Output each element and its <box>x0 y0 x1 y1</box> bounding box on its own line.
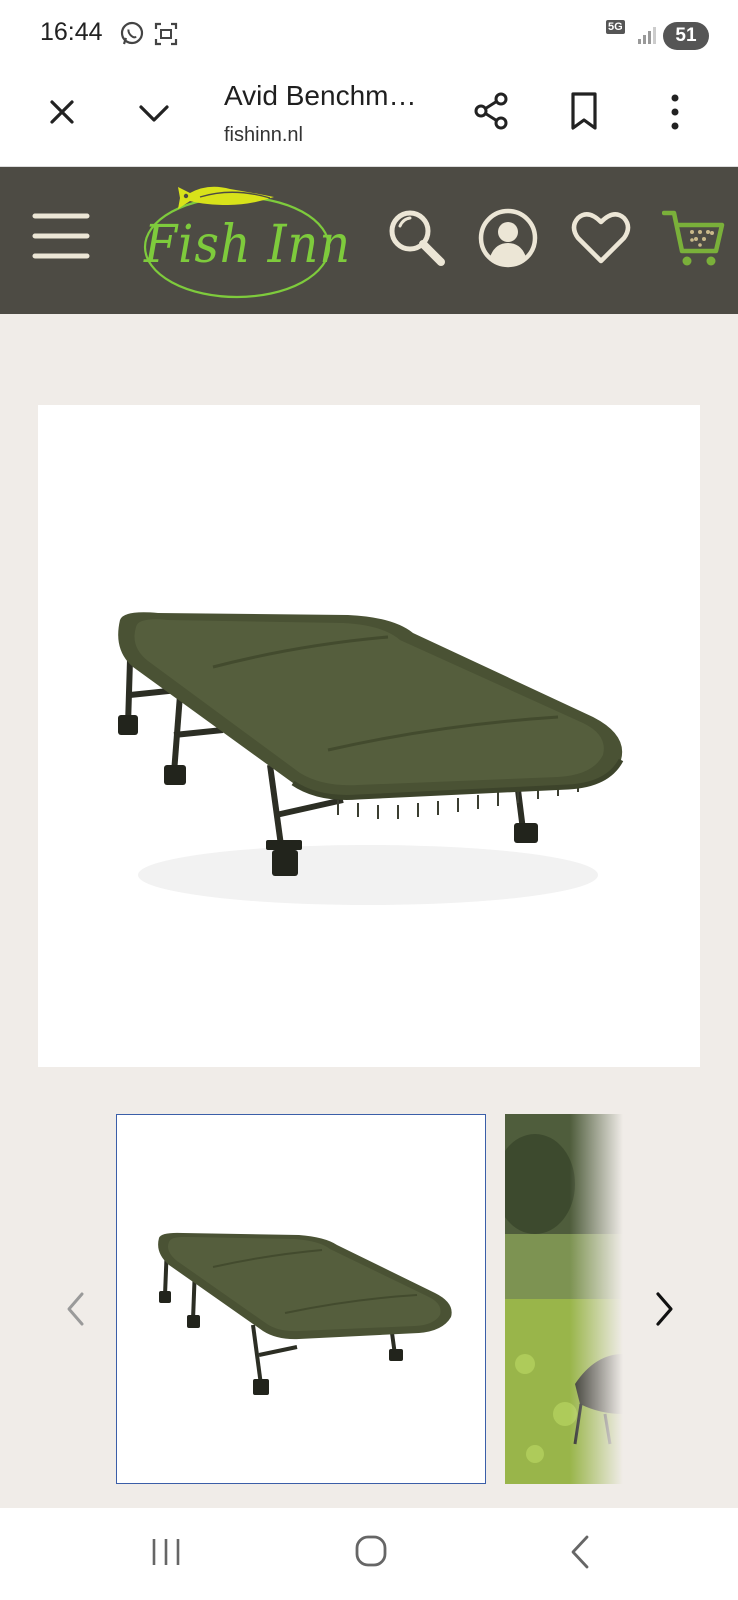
hamburger-menu-icon[interactable] <box>32 211 90 261</box>
thumbnail-outdoor-image <box>505 1114 623 1484</box>
signal-icon <box>638 27 656 44</box>
chevron-down-icon[interactable] <box>136 96 172 132</box>
status-bar: 16:44 5G 51 <box>0 0 738 68</box>
battery-indicator: 51 <box>663 22 709 50</box>
system-nav-bar <box>0 1508 738 1600</box>
close-icon[interactable] <box>44 94 80 130</box>
network-type: 5G <box>606 20 625 34</box>
more-vertical-icon[interactable] <box>665 92 685 132</box>
home-icon[interactable] <box>354 1534 388 1568</box>
screenshot-icon <box>154 22 178 46</box>
recent-apps-icon[interactable] <box>150 1536 182 1568</box>
chevron-right-icon[interactable] <box>652 1290 676 1328</box>
product-main-image[interactable] <box>38 405 700 1067</box>
status-time: 16:44 <box>40 18 103 46</box>
thumbnail-bedchair-image <box>158 1232 452 1395</box>
page-title: Avid Benchm… <box>224 80 417 111</box>
thumbnail-2[interactable] <box>505 1114 623 1484</box>
search-icon[interactable] <box>385 206 449 270</box>
share-icon[interactable] <box>471 90 513 132</box>
logo-text: Fish Inn <box>144 215 351 275</box>
cart-icon[interactable] <box>662 207 726 269</box>
site-logo[interactable]: Fish Inn <box>138 179 350 305</box>
whatsapp-icon <box>120 21 144 45</box>
bookmark-icon[interactable] <box>566 90 602 132</box>
bedchair-image <box>118 612 624 905</box>
back-icon[interactable] <box>568 1534 592 1570</box>
chevron-left-icon[interactable] <box>64 1290 88 1328</box>
heart-icon[interactable] <box>570 209 632 267</box>
site-header: Fish Inn <box>0 167 738 314</box>
thumbnail-1-selected[interactable] <box>116 1114 486 1484</box>
account-icon[interactable] <box>477 207 539 269</box>
page-domain: fishinn.nl <box>224 124 303 146</box>
